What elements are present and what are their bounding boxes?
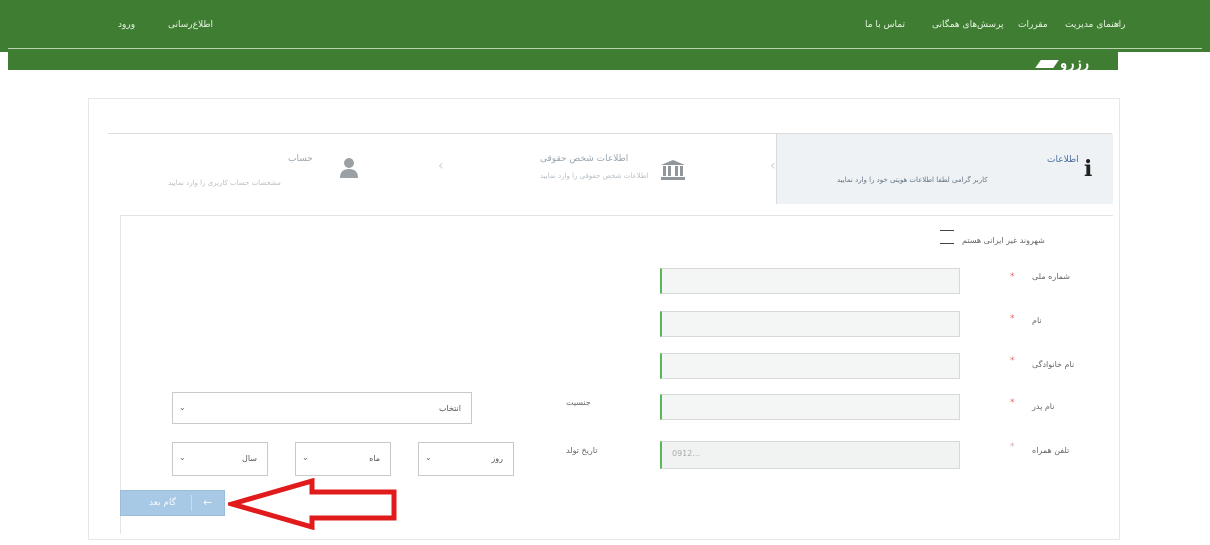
step-legal-desc: اطلاعات شخص حقوقی را وارد نمایید (540, 172, 649, 180)
step-legal[interactable]: اطلاعات شخص حقوقی اطلاعات شخص حقوقی را و… (528, 134, 768, 204)
national-code-input[interactable] (660, 268, 960, 294)
gender-label: جنسیت (566, 398, 591, 407)
arrow-left-icon: ← (203, 496, 213, 509)
mobile-input[interactable]: 0912... (660, 441, 960, 469)
required-mark: * (1010, 272, 1015, 282)
next-step-label: گام بعد (148, 498, 176, 508)
button-divider (191, 495, 192, 511)
step-info[interactable]: i اطلاعات کاربر گرامی لطفا اطلاعات هویتی… (776, 134, 1113, 204)
mobile-label: تلفن همراه (1032, 446, 1070, 455)
birth-year-value: سال (242, 454, 257, 463)
wizard-steps: i اطلاعات کاربر گرامی لطفا اطلاعات هویتی… (108, 133, 1113, 204)
chevron-down-icon: ⌄ (179, 403, 186, 412)
chevron-left-icon: ‹ (438, 158, 444, 174)
user-icon (340, 158, 358, 178)
step-legal-title: اطلاعات شخص حقوقی (540, 154, 629, 164)
step-account[interactable]: حساب مشخصات حساب کاربری را وارد نمایید (168, 134, 428, 204)
birth-month-select[interactable]: ماه ⌄ (295, 442, 391, 476)
required-mark: * (1010, 398, 1015, 408)
foreign-citizen-label: شهروند غیر ایرانی هستم (962, 236, 1045, 245)
birth-year-select[interactable]: سال ⌄ (172, 442, 268, 476)
birth-date-label: تاریخ تولد (566, 446, 598, 455)
foreign-citizen-checkbox[interactable] (940, 230, 954, 244)
bank-icon (661, 160, 685, 180)
red-annotation-arrow-icon (228, 478, 397, 530)
nav-link-faq[interactable]: پرسش‌های همگانی (932, 20, 1004, 30)
next-step-button[interactable]: گام بعد ← (120, 490, 225, 516)
top-navbar: راهنمای مدیریت مقررات پرسش‌های همگانی تم… (0, 0, 1210, 52)
last-name-input[interactable] (660, 353, 960, 379)
nav-divider (8, 48, 1202, 49)
father-name-input[interactable] (660, 394, 960, 420)
father-name-label: نام پدر (1032, 402, 1055, 411)
step-info-title: اطلاعات (1047, 155, 1079, 165)
birth-day-select[interactable]: روز ⌄ (418, 442, 514, 476)
birth-day-value: روز (491, 454, 503, 463)
nav-link-login[interactable]: ورود (118, 20, 135, 30)
logo-text: رزرو (1060, 54, 1090, 72)
national-code-label: شماره ملی (1032, 272, 1070, 281)
gender-select-value: انتخاب (439, 404, 461, 413)
required-mark: * (1010, 356, 1015, 366)
mobile-placeholder: 0912... (672, 449, 700, 458)
first-name-input[interactable] (660, 311, 960, 337)
logo-bar (8, 52, 1118, 70)
chevron-down-icon: ⌄ (302, 453, 309, 462)
gender-select[interactable]: انتخاب ⌄ (172, 392, 472, 424)
info-icon: i (1084, 156, 1093, 182)
menu-icon[interactable]: ‹ (1116, 20, 1120, 30)
required-mark: * (1010, 442, 1015, 452)
logo-mark-icon (1035, 60, 1059, 68)
site-logo[interactable]: رزرو (1035, 54, 1090, 72)
last-name-label: نام خانوادگی (1032, 360, 1075, 369)
chevron-left-icon: ‹ (770, 158, 776, 174)
chevron-down-icon: ⌄ (179, 453, 186, 462)
step-account-desc: مشخصات حساب کاربری را وارد نمایید (168, 179, 281, 187)
birth-month-value: ماه (369, 454, 380, 463)
required-mark: * (1010, 314, 1015, 324)
first-name-label: نام (1032, 316, 1042, 325)
nav-link-contact[interactable]: تماس با ما (865, 20, 905, 30)
step-info-desc: کاربر گرامی لطفا اطلاعات هویتی خود را وا… (837, 176, 988, 184)
nav-link-rules[interactable]: مقررات (1018, 20, 1048, 30)
nav-link-news[interactable]: اطلاع‌رسانی (168, 20, 213, 30)
step-account-title: حساب (288, 154, 313, 164)
chevron-down-icon: ⌄ (425, 453, 432, 462)
